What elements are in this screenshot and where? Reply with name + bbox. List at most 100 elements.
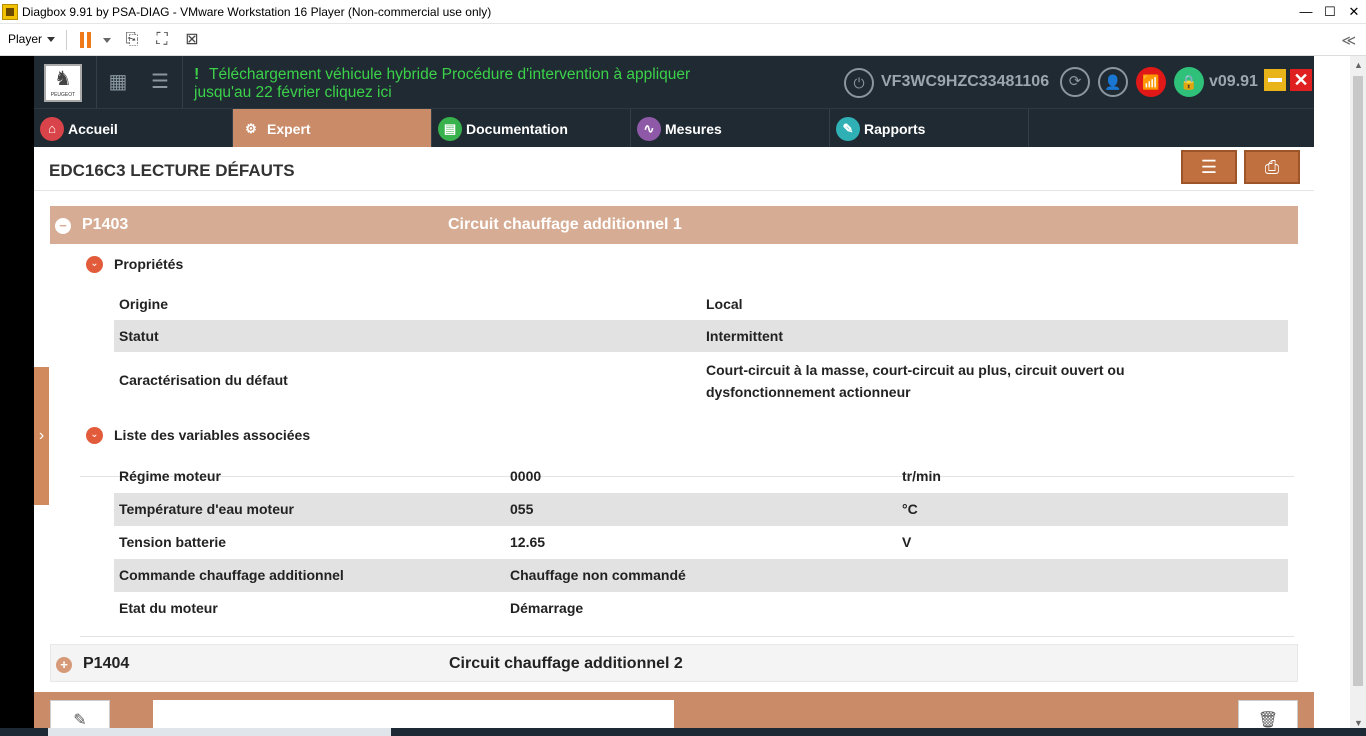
folder-icon: ▤ bbox=[438, 117, 462, 141]
variable-name: Etat du moteur bbox=[119, 600, 218, 616]
list-view-icon[interactable]: ☰ bbox=[148, 70, 172, 94]
pause-menu-caret-icon[interactable] bbox=[103, 38, 111, 43]
print-button[interactable]: ⎙ bbox=[1244, 150, 1300, 184]
wifi-icon[interactable]: 📶 bbox=[1136, 67, 1166, 97]
unity-icon[interactable]: ⊠ bbox=[182, 30, 202, 50]
tab-label: Accueil bbox=[68, 121, 118, 137]
host-taskbar-search bbox=[48, 728, 391, 736]
header-divider bbox=[182, 56, 183, 108]
home-icon: ⌂ bbox=[40, 117, 64, 141]
property-name: Statut bbox=[119, 328, 159, 344]
fullscreen-icon[interactable]: ⛶ bbox=[152, 30, 172, 50]
variable-unit: V bbox=[902, 534, 912, 550]
variable-name: Commande chauffage additionnel bbox=[119, 567, 344, 583]
grid-view-icon[interactable]: ▦ bbox=[106, 70, 130, 94]
logo-brand-text: PEUGEOT bbox=[50, 92, 76, 98]
app-minimize-button[interactable] bbox=[1264, 69, 1286, 91]
section-label: Liste des variables associées bbox=[114, 427, 311, 443]
table-row: Caractérisation du défaut Court-circuit … bbox=[114, 352, 1288, 408]
property-value: Court-circuit à la masse, court-circuit … bbox=[706, 362, 1125, 400]
vehicle-vin: VF3WC9HZC33481106 bbox=[881, 73, 1050, 90]
table-row: Statut Intermittent bbox=[114, 320, 1288, 352]
guest-screen: ♞ PEUGEOT ▦ ☰ ! Téléchargement véhicule … bbox=[34, 56, 1314, 736]
section-divider bbox=[80, 636, 1294, 637]
variable-value: Chauffage non commandé bbox=[510, 567, 686, 583]
chevron-down-icon[interactable]: ⌄ bbox=[86, 427, 103, 444]
variable-name: Température d'eau moteur bbox=[119, 501, 294, 517]
window-minimize-button[interactable]: — bbox=[1294, 0, 1318, 24]
vertical-scrollbar[interactable]: ▲ ▼ bbox=[1350, 56, 1366, 736]
fault-code: P1403 bbox=[82, 216, 129, 233]
expand-icon[interactable]: + bbox=[56, 657, 72, 673]
window-title: Diagbox 9.91 by PSA-DIAG - VMware Workst… bbox=[22, 5, 492, 19]
power-icon[interactable]: ⏻ bbox=[844, 68, 874, 98]
table-row: Régime moteur 0000 tr/min bbox=[114, 460, 1288, 493]
tab-label: Rapports bbox=[864, 121, 926, 137]
vmware-title-bar: Diagbox 9.91 by PSA-DIAG - VMware Workst… bbox=[0, 0, 1366, 24]
variable-name: Régime moteur bbox=[119, 468, 221, 484]
tab-label: Mesures bbox=[665, 121, 722, 137]
tab-mesures[interactable]: ∿ Mesures bbox=[631, 109, 830, 148]
property-value: Intermittent bbox=[706, 328, 783, 344]
table-row: Etat du moteur Démarrage bbox=[114, 592, 1288, 625]
fault-description: Circuit chauffage additionnel 2 bbox=[449, 655, 683, 672]
tab-rapports[interactable]: ✎ Rapports bbox=[830, 109, 1029, 148]
app-close-button[interactable]: ✕ bbox=[1290, 69, 1312, 91]
scrollbar-thumb[interactable] bbox=[1353, 76, 1363, 686]
variable-unit: tr/min bbox=[902, 468, 941, 484]
variable-name: Tension batterie bbox=[119, 534, 227, 550]
report-icon: ✎ bbox=[836, 117, 860, 141]
property-value: Local bbox=[706, 296, 743, 312]
diagbox-app-icon bbox=[2, 4, 18, 20]
send-ctrl-alt-del-icon[interactable]: ⎘ bbox=[122, 30, 142, 50]
peugeot-logo: ♞ PEUGEOT bbox=[44, 64, 82, 102]
player-menu[interactable]: Player bbox=[8, 32, 42, 46]
waveform-icon: ∿ bbox=[637, 117, 661, 141]
player-menu-caret-icon[interactable] bbox=[47, 37, 55, 42]
variable-value: 0000 bbox=[510, 468, 542, 484]
peugeot-lion-icon: ♞ bbox=[54, 68, 72, 90]
guest-margin bbox=[1314, 56, 1350, 736]
collapse-toolbar-icon[interactable]: ≪ bbox=[1341, 32, 1356, 49]
refresh-icon[interactable]: ⟳ bbox=[1060, 67, 1090, 97]
table-row: Commande chauffage additionnel Chauffage… bbox=[114, 559, 1288, 592]
page-header: EDC16C3 LECTURE DÉFAUTS ☰ ⎙ bbox=[34, 147, 1314, 191]
variable-value: 12.65 bbox=[510, 534, 546, 550]
scroll-up-icon[interactable]: ▲ bbox=[1354, 60, 1363, 70]
scroll-down-icon[interactable]: ▼ bbox=[1354, 718, 1363, 728]
variable-unit: °C bbox=[902, 501, 918, 517]
properties-table: Origine Local Statut Intermittent Caract… bbox=[114, 288, 1288, 408]
hybrid-download-alert-link[interactable]: Téléchargement véhicule hybride Procédur… bbox=[194, 66, 714, 102]
section-label: Propriétés bbox=[114, 256, 184, 272]
toolbar-divider bbox=[66, 30, 67, 50]
software-version: v09.91 bbox=[1209, 73, 1258, 90]
tab-label: Documentation bbox=[466, 121, 568, 137]
collapse-icon[interactable]: − bbox=[55, 218, 71, 234]
window-close-button[interactable]: ✕ bbox=[1342, 0, 1366, 24]
fault-code: P1404 bbox=[83, 655, 130, 672]
table-row: Tension batterie 12.65 V bbox=[114, 526, 1288, 559]
tab-documentation[interactable]: ▤ Documentation bbox=[432, 109, 631, 148]
tab-accueil[interactable]: ⌂ Accueil bbox=[34, 109, 233, 148]
side-panel-toggle[interactable]: › bbox=[34, 367, 49, 505]
property-name: Origine bbox=[119, 296, 169, 312]
table-row: Origine Local bbox=[114, 288, 1288, 320]
filter-button[interactable]: ☰ bbox=[1181, 150, 1237, 184]
tab-expert[interactable]: ⚙ Expert bbox=[233, 109, 432, 148]
vmware-toolbar: Player ⎘ ⛶ ⊠ ≪ bbox=[0, 24, 1366, 56]
diagbox-header: ♞ PEUGEOT ▦ ☰ ! Téléchargement véhicule … bbox=[34, 56, 1314, 108]
fault-description: Circuit chauffage additionnel 1 bbox=[448, 216, 682, 233]
lock-icon[interactable]: 🔒 bbox=[1174, 67, 1204, 97]
fault-row-p1404[interactable]: + P1404 Circuit chauffage additionnel 2 bbox=[50, 644, 1298, 682]
pause-icon[interactable] bbox=[80, 32, 92, 48]
table-row: Température d'eau moteur 055 °C bbox=[114, 493, 1288, 526]
fault-row-p1403[interactable]: − P1403 Circuit chauffage additionnel 1 bbox=[50, 206, 1298, 244]
property-name: Caractérisation du défaut bbox=[119, 372, 288, 388]
header-divider bbox=[96, 56, 97, 108]
gears-icon: ⚙ bbox=[245, 121, 257, 136]
variables-table: Régime moteur 0000 tr/min Température d'… bbox=[114, 460, 1288, 625]
chevron-down-icon[interactable]: ⌄ bbox=[86, 256, 103, 273]
user-icon[interactable]: 👤 bbox=[1098, 67, 1128, 97]
tab-label: Expert bbox=[267, 121, 311, 137]
window-maximize-button[interactable]: ☐ bbox=[1318, 0, 1342, 24]
